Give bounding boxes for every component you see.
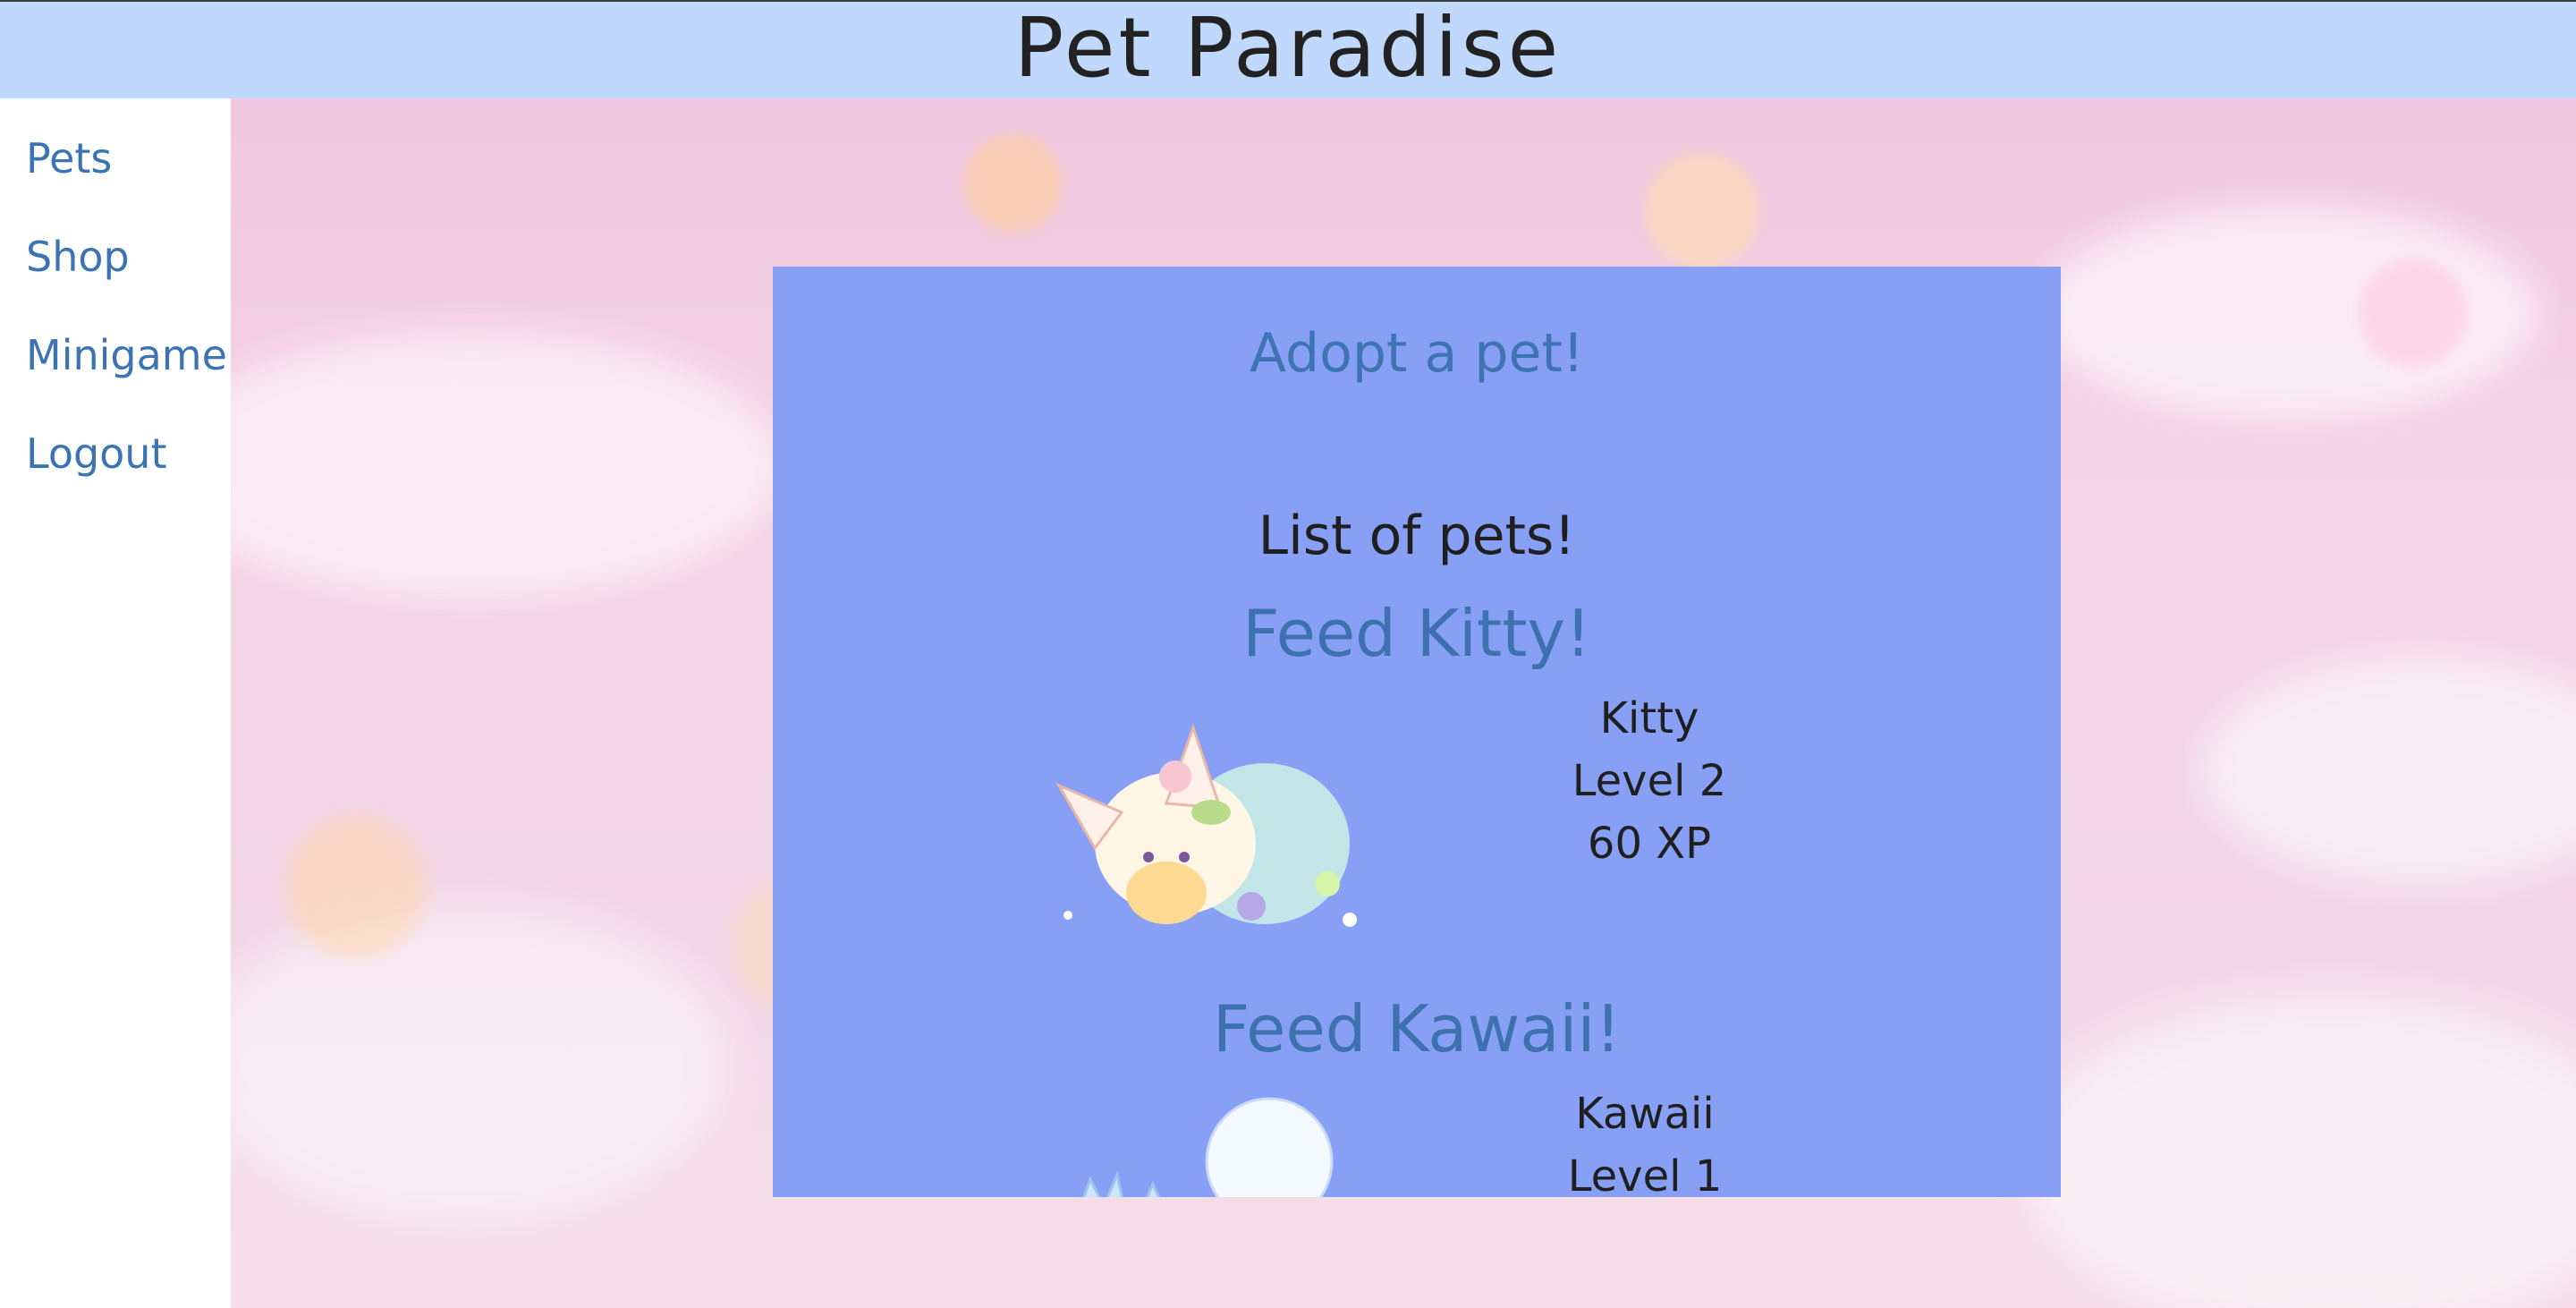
- pet-name: Kitty: [1599, 693, 1699, 743]
- cloud-decoration: [2199, 653, 2576, 886]
- kitty-pet-image: [1055, 723, 1357, 927]
- sidebar-item-logout[interactable]: Logout: [26, 429, 167, 478]
- sidebar-nav: Pets Shop Minigame Logout: [0, 98, 231, 1308]
- cloud-decoration: [2020, 993, 2576, 1308]
- pets-list-heading: List of pets!: [1258, 505, 1576, 567]
- bokeh-decoration: [284, 814, 428, 957]
- feed-kitty-button[interactable]: Feed Kitty!: [773, 596, 2061, 671]
- pet-name: Kawaii: [1575, 1089, 1715, 1139]
- sidebar-item-shop[interactable]: Shop: [26, 233, 130, 281]
- feed-kawaii-button[interactable]: Feed Kawaii!: [773, 991, 2061, 1066]
- pet-level: Level 1: [1567, 1151, 1723, 1197]
- pets-panel: Adopt a pet! List of pets! Feed Kitty! K…: [773, 267, 2061, 1197]
- cloud-decoration: [231, 331, 785, 599]
- cloud-decoration: [231, 904, 732, 1226]
- kawaii-pet-image: [1081, 1097, 1334, 1197]
- bokeh-decoration: [964, 134, 1063, 233]
- adopt-pet-link[interactable]: Adopt a pet!: [773, 322, 2061, 385]
- site-title: Pet Paradise: [1013, 0, 1563, 96]
- kitty-info-block: Kitty Level 2 60 XP: [1515, 687, 1784, 875]
- pet-level: Level 2: [1572, 756, 1727, 806]
- sidebar-item-pets[interactable]: Pets: [26, 134, 112, 183]
- sidebar-item-minigame[interactable]: Minigame: [26, 331, 227, 379]
- bokeh-decoration: [2360, 259, 2467, 367]
- pet-xp: 60 XP: [1587, 819, 1712, 869]
- bokeh-decoration: [1644, 152, 1760, 268]
- kawaii-info-block: Kawaii Level 1: [1515, 1083, 1775, 1197]
- header-bar: Pet Paradise: [0, 0, 2576, 98]
